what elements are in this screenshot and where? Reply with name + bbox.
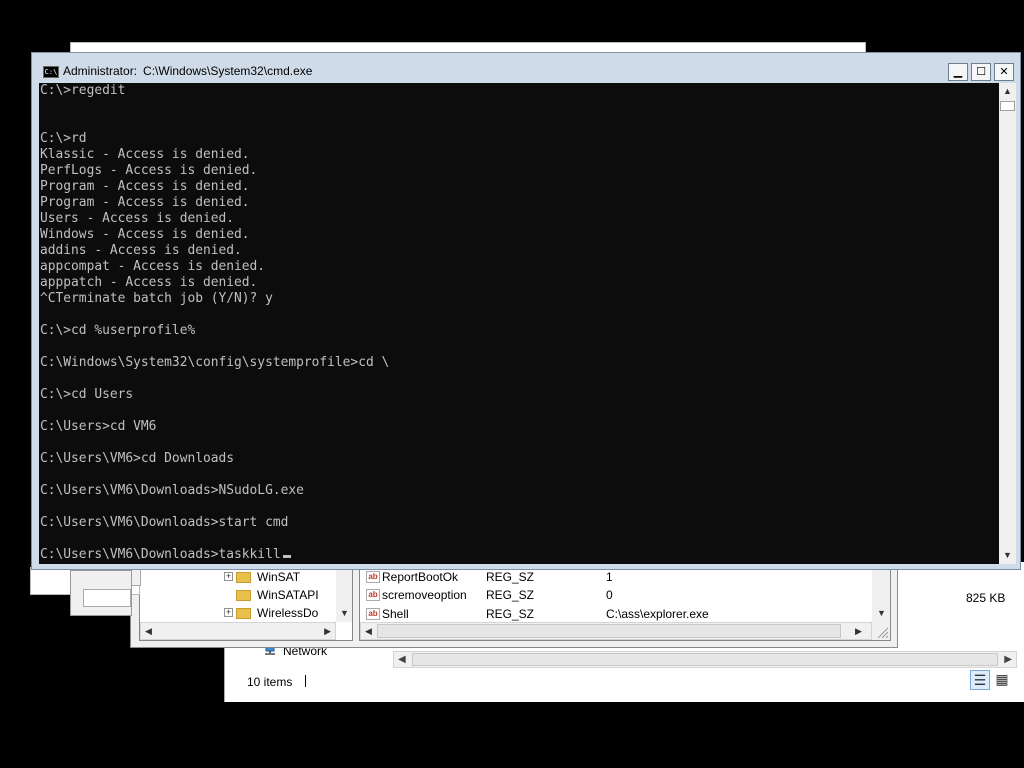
- console-line: C:\Users\VM6\Downloads>NSudoLG.exe: [40, 483, 304, 498]
- tree-item-winsat[interactable]: + WinSAT: [224, 568, 301, 586]
- value-type: REG_SZ: [486, 588, 535, 602]
- console-line: Program - Access is denied.: [40, 179, 250, 194]
- scroll-left-icon[interactable]: ◀: [145, 626, 152, 637]
- scroll-down-icon[interactable]: ▼: [877, 608, 886, 618]
- scroll-right-icon[interactable]: ▶: [1004, 654, 1012, 665]
- command-prompt-window: C:\ Administrator: C:\Windows\System32\cm…: [31, 52, 1021, 570]
- explorer-horizontal-scrollbar[interactable]: ◀ ▶: [393, 651, 1017, 668]
- console-text: C:\>regedit C:\>rd Klassic - Access is d…: [39, 83, 999, 563]
- maximize-button[interactable]: ☐: [971, 63, 991, 81]
- console-line: addins - Access is denied.: [40, 243, 242, 258]
- scroll-right-icon[interactable]: ▶: [324, 626, 331, 637]
- value-row[interactable]: ab scremoveoption REG_SZ 0: [360, 586, 870, 604]
- title-path: C:\Windows\System32\cmd.exe: [143, 64, 313, 78]
- status-item-count: 10 items: [247, 675, 293, 689]
- console-line: C:\>cd %userprofile%: [40, 323, 196, 338]
- value-row[interactable]: ab ReportBootOk REG_SZ 1: [360, 568, 870, 586]
- string-value-icon: ab: [366, 589, 380, 601]
- title-bar[interactable]: C:\ Administrator: C:\Windows\System32\cm…: [32, 53, 1020, 83]
- console-line: appcompat - Access is denied.: [40, 259, 266, 274]
- window-title: Administrator: C:\Windows\System32\cmd.ex…: [63, 64, 312, 78]
- value-name: Shell: [382, 607, 409, 621]
- value-name: scremoveoption: [382, 588, 467, 602]
- tree-item-winsatapi[interactable]: WinSATAPI: [236, 586, 319, 604]
- value-type: REG_SZ: [486, 570, 535, 584]
- folder-icon: [236, 590, 251, 602]
- values-vertical-scrollbar[interactable]: ▼: [872, 564, 890, 622]
- large-icons-view-icon[interactable]: ▦: [992, 670, 1012, 690]
- value-data: 1: [606, 570, 613, 584]
- resize-grip-icon[interactable]: [872, 622, 890, 640]
- scroll-down-icon[interactable]: ▼: [340, 608, 349, 618]
- minimize-button[interactable]: ▁: [948, 63, 968, 81]
- scroll-up-icon[interactable]: ▲: [999, 83, 1016, 100]
- console-output[interactable]: C:\>regedit C:\>rd Klassic - Access is d…: [39, 83, 999, 564]
- background-window-panel: [83, 589, 131, 607]
- scroll-thumb[interactable]: [377, 624, 841, 638]
- console-line: apppatch - Access is denied.: [40, 275, 258, 290]
- scroll-left-icon[interactable]: ◀: [365, 626, 372, 637]
- console-line: C:\Users\VM6\Downloads>start cmd: [40, 515, 289, 530]
- text-cursor: [282, 555, 291, 558]
- background-window-frame: [70, 570, 132, 616]
- status-divider: [305, 675, 306, 687]
- scroll-thumb[interactable]: [1000, 101, 1015, 111]
- folder-icon: [236, 572, 251, 584]
- tree-item-wirelessdo[interactable]: + WirelessDo: [224, 604, 319, 622]
- scroll-right-icon[interactable]: ▶: [855, 626, 862, 637]
- cmd-icon[interactable]: C:\: [43, 66, 59, 78]
- console-line: C:\>cd Users: [40, 387, 134, 402]
- console-line: C:\>regedit: [40, 83, 126, 98]
- tree-horizontal-scrollbar[interactable]: ◀ ▶: [140, 622, 336, 640]
- values-horizontal-scrollbar[interactable]: ◀ ▶: [360, 622, 872, 640]
- tree-item-label: WinSATAPI: [257, 588, 319, 602]
- close-button[interactable]: ✕: [994, 63, 1014, 81]
- value-data: 0: [606, 588, 613, 602]
- tree-item-label: WirelessDo: [257, 606, 319, 620]
- details-view-icon[interactable]: ☰: [970, 670, 990, 690]
- tree-item-label: WinSAT: [257, 570, 301, 584]
- console-line: C:\Users>cd VM6: [40, 419, 157, 434]
- console-line: Program - Access is denied.: [40, 195, 250, 210]
- folder-icon: [236, 608, 251, 620]
- expand-icon[interactable]: +: [224, 608, 233, 617]
- value-row[interactable]: ab Shell REG_SZ C:\ass\explorer.exe: [360, 605, 870, 623]
- title-prefix: Administrator:: [63, 64, 138, 78]
- console-line: Klassic - Access is denied.: [40, 147, 250, 162]
- value-type: REG_SZ: [486, 607, 535, 621]
- console-line: PerfLogs - Access is denied.: [40, 163, 258, 178]
- string-value-icon: ab: [366, 608, 380, 620]
- console-line: C:\Windows\System32\config\systemprofile…: [40, 355, 390, 370]
- console-line: C:\>rd: [40, 131, 87, 146]
- tree-vertical-scrollbar[interactable]: ▼: [336, 564, 352, 622]
- value-name: ReportBootOk: [382, 570, 459, 584]
- registry-tree-pane[interactable]: + WinSAT WinSATAPI + WirelessDo ▼ ◀ ▶: [139, 563, 353, 641]
- console-current-line: C:\Users\VM6\Downloads>taskkill: [40, 547, 281, 562]
- console-line: ^CTerminate batch job (Y/N)? y: [40, 291, 273, 306]
- file-size-value: 825 KB: [966, 591, 1006, 605]
- value-data: C:\ass\explorer.exe: [606, 607, 709, 621]
- expand-icon[interactable]: +: [224, 572, 233, 581]
- console-line: C:\Users\VM6>cd Downloads: [40, 451, 235, 466]
- scroll-down-icon[interactable]: ▼: [999, 547, 1016, 564]
- string-value-icon: ab: [366, 571, 380, 583]
- scroll-left-icon[interactable]: ◀: [398, 654, 406, 665]
- registry-editor-window: + WinSAT WinSATAPI + WirelessDo ▼ ◀ ▶ ab R…: [130, 560, 898, 648]
- console-line: Windows - Access is denied.: [40, 227, 250, 242]
- registry-values-pane[interactable]: ab ReportBootOk REG_SZ 1 ab scremoveopti…: [359, 563, 891, 641]
- console-vertical-scrollbar[interactable]: ▲ ▼: [999, 83, 1016, 564]
- console-line: Users - Access is denied.: [40, 211, 235, 226]
- scroll-thumb[interactable]: [412, 653, 998, 666]
